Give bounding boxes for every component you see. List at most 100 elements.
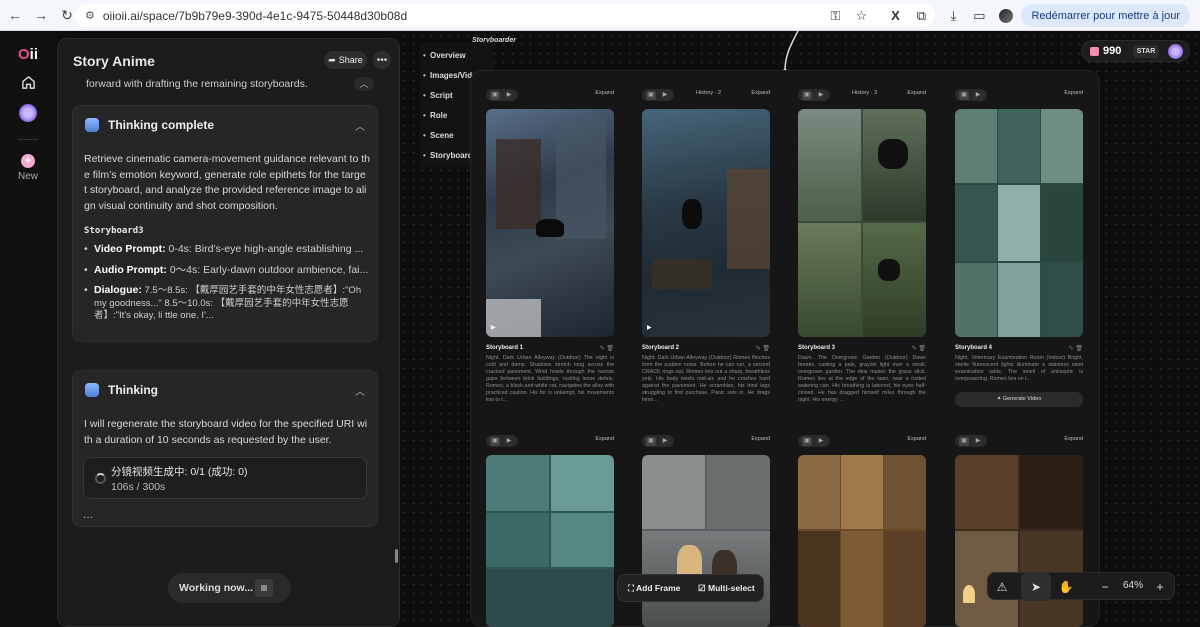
audio-prompt-item: • Audio Prompt: 0～4s: Early-dawn outdoor …: [84, 264, 368, 276]
feedback-icon[interactable]: ⚠: [993, 579, 1011, 595]
new-button[interactable]: + New: [14, 154, 42, 182]
extensions-icon[interactable]: ⧉: [909, 5, 933, 27]
video-mode-icon[interactable]: ▶: [660, 437, 670, 446]
edit-delete-icons[interactable]: ✎ 🗑: [912, 345, 926, 352]
video-mode-icon[interactable]: ▶: [973, 437, 983, 446]
expand-button[interactable]: Expand: [595, 90, 614, 96]
history-button[interactable]: History · 2: [696, 90, 721, 96]
more-options-icon[interactable]: •••: [373, 51, 391, 69]
site-info-icon[interactable]: ⚙: [85, 9, 95, 22]
expand-button[interactable]: Expand: [1064, 436, 1083, 442]
storyboard-thumbnail[interactable]: ▶: [486, 109, 614, 337]
thinking-text: Retrieve cinematic camera-movement guida…: [84, 153, 370, 212]
image-mode-icon[interactable]: ▣: [959, 437, 969, 446]
zoom-in-button[interactable]: +: [1151, 579, 1169, 595]
share-button[interactable]: ➦ Share: [324, 51, 367, 69]
credits-badge: 990 STAR: [1081, 40, 1190, 62]
image-mode-icon[interactable]: ▣: [646, 91, 656, 100]
storyboard-title: Storyboard 4: [955, 345, 993, 351]
zoom-out-button[interactable]: −: [1096, 579, 1114, 595]
forward-icon[interactable]: →: [30, 4, 52, 26]
thinking-complete-card: Thinking complete ︿ Retrieve cinematic c…: [72, 105, 378, 342]
url-text: oiioii.ai/space/7b9b79e9-390d-4e1c-9475-…: [102, 8, 408, 23]
star-badge[interactable]: STAR: [1133, 45, 1159, 58]
toc-scene[interactable]: Scene: [423, 131, 453, 140]
storyboard-thumbnail[interactable]: [486, 455, 614, 627]
chat-panel: Story Anime ➦ Share ••• forward with dra…: [57, 38, 400, 627]
page-title: Story Anime: [73, 53, 155, 69]
collapse-chevron-icon[interactable]: ︿: [354, 77, 374, 91]
video-mode-icon[interactable]: ▶: [504, 437, 514, 446]
gem-icon: [1090, 47, 1099, 56]
download-icon[interactable]: ⤓: [941, 5, 965, 27]
generate-video-button[interactable]: ✦ Generate Video: [955, 392, 1083, 407]
multi-select-button[interactable]: ☑ Multi-select: [698, 583, 755, 594]
image-mode-icon[interactable]: ▣: [802, 91, 812, 100]
key-icon[interactable]: ⚿: [823, 5, 847, 27]
user-avatar[interactable]: [1168, 44, 1183, 59]
bookmark-star-icon[interactable]: ☆: [849, 5, 873, 27]
browser-toolbar: ← → ↻ ⚙ oiioii.ai/space/7b9b79e9-390d-4e…: [0, 0, 1200, 31]
video-mode-icon[interactable]: ▶: [816, 91, 826, 100]
toc-storyboard[interactable]: Storyboard: [423, 151, 473, 160]
working-status: Working now...: [168, 573, 291, 603]
section-heading: Storyboard3: [84, 226, 144, 236]
app-logo[interactable]: Oii: [18, 46, 38, 63]
video-mode-icon[interactable]: ▶: [660, 91, 670, 100]
working-label: Working now...: [179, 582, 254, 594]
video-mode-icon[interactable]: ▶: [816, 437, 826, 446]
storyboard-thumbnail[interactable]: [798, 455, 926, 627]
storyboard-description: Night. Dark Urban Alleyway (Outdoor) The…: [486, 355, 614, 403]
profile-avatar[interactable]: [999, 8, 1014, 23]
storyboard-thumbnail[interactable]: ▶: [642, 109, 770, 337]
hand-icon[interactable]: ✋: [1057, 579, 1075, 595]
chevron-up-icon[interactable]: ︿: [355, 383, 365, 398]
add-frame-button[interactable]: ⛶ Add Frame: [628, 583, 680, 594]
storyboard-description: Night. Veterinary Examination Room (Indo…: [955, 355, 1083, 382]
expand-button[interactable]: Expand: [907, 436, 926, 442]
expand-button[interactable]: Expand: [751, 90, 770, 96]
history-button[interactable]: History · 3: [852, 90, 877, 96]
video-mode-icon[interactable]: ▶: [973, 91, 983, 100]
storyboard-thumbnail[interactable]: [955, 455, 1083, 627]
card-header[interactable]: Thinking: [85, 383, 158, 397]
restart-update-button[interactable]: Redémarrer pour mettre à jour: [1021, 4, 1190, 27]
video-mode-icon[interactable]: ▶: [504, 91, 514, 100]
image-mode-icon[interactable]: ▣: [959, 91, 969, 100]
toc-script[interactable]: Script: [423, 91, 453, 100]
play-icon[interactable]: ▶: [647, 324, 652, 331]
home-icon[interactable]: [18, 72, 38, 92]
storyboard-thumbnail[interactable]: [798, 109, 926, 337]
chevron-up-icon[interactable]: ︿: [355, 118, 365, 133]
edit-delete-icons[interactable]: ✎ 🗑: [600, 345, 614, 352]
address-bar[interactable]: ⚙ oiioii.ai/space/7b9b79e9-390d-4e1c-947…: [75, 4, 935, 27]
card-header[interactable]: Thinking complete: [85, 118, 214, 132]
scrollbar[interactable]: [395, 549, 398, 563]
expand-button[interactable]: Expand: [595, 436, 614, 442]
zoom-level: 64%: [1123, 580, 1144, 591]
storyboard-description: Dawn. The Overgrown Garden (Outdoor) Daw…: [798, 355, 926, 403]
image-mode-icon[interactable]: ▣: [490, 437, 500, 446]
new-label: New: [17, 171, 38, 182]
image-mode-icon[interactable]: ▣: [802, 437, 812, 446]
stop-button[interactable]: [255, 579, 273, 597]
toc-overview[interactable]: Overview: [423, 51, 465, 60]
progress-time: 106s / 300s: [111, 481, 166, 493]
image-mode-icon[interactable]: ▣: [646, 437, 656, 446]
extension-x-icon[interactable]: X: [883, 5, 907, 27]
edit-delete-icons[interactable]: ✎ 🗑: [756, 345, 770, 352]
back-icon[interactable]: ←: [4, 4, 26, 26]
image-mode-icon[interactable]: ▣: [490, 91, 500, 100]
expand-button[interactable]: Expand: [751, 436, 770, 442]
play-icon[interactable]: ▶: [491, 324, 496, 331]
thinking-card: Thinking ︿ I will regenerate the storybo…: [72, 370, 378, 527]
previous-message-text: forward with drafting the remaining stor…: [86, 78, 308, 90]
expand-button[interactable]: Expand: [907, 90, 926, 96]
edit-delete-icons[interactable]: ✎ 🗑: [1069, 345, 1083, 352]
pointer-icon[interactable]: ➤: [1027, 579, 1045, 595]
expand-button[interactable]: Expand: [1064, 90, 1083, 96]
storyboard-thumbnail[interactable]: [955, 109, 1083, 337]
tab-search-icon[interactable]: ▭: [967, 5, 991, 27]
toc-role[interactable]: Role: [423, 111, 447, 120]
workspace-avatar[interactable]: [18, 103, 38, 123]
